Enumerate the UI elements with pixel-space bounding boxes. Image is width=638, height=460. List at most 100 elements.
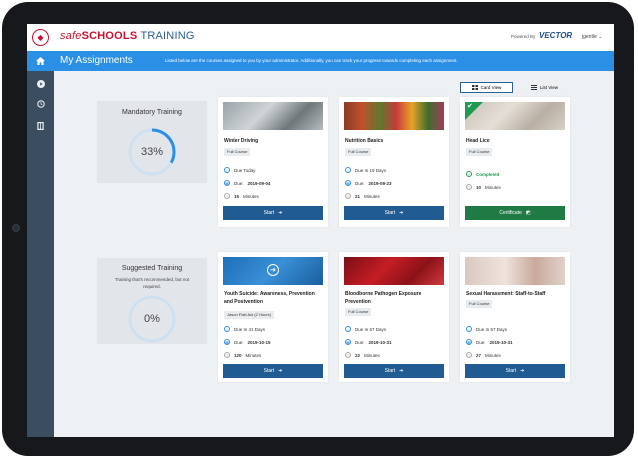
due-relative: i Due In 57 Days: [466, 325, 507, 333]
start-button[interactable]: Start ➜: [223, 206, 323, 220]
history-icon[interactable]: [27, 96, 54, 112]
due-relative: i Due In 41 Days: [224, 325, 265, 333]
course-title: Nutrition Basics: [345, 138, 384, 144]
clock-icon: ◷: [345, 352, 351, 358]
start-button[interactable]: Start ➜: [344, 206, 444, 220]
start-button[interactable]: Start ➜: [465, 364, 565, 378]
duration-unit: Minutes: [485, 184, 501, 190]
suggested-subtitle: Training that's recommended, but not req…: [114, 277, 190, 289]
due-label: Due:: [355, 339, 365, 345]
mandatory-percent: 33%: [140, 146, 164, 158]
course-card-bloodborne-pathogen: Bloodborne Pathogen Exposure Prevention …: [339, 252, 449, 382]
due-date-value: 2019-09-23: [368, 180, 392, 186]
calendar-icon: ▦: [345, 180, 351, 186]
due-date: ▦ Due: 2019-09-23: [345, 179, 392, 187]
clock-icon: ◷: [466, 184, 472, 190]
duration: ◷ 27 Minutes: [466, 351, 501, 359]
course-title: Sexual Harassment: Staff-to-Staff: [466, 291, 546, 297]
duration-unit: Minutes: [245, 352, 262, 358]
chevron-down-icon: ⌄: [598, 34, 603, 40]
due-relative: i Due In 57 Days: [345, 325, 386, 333]
due-date: ▦ Due: 2019-10-31: [466, 338, 513, 346]
tablet-frame: ◆ safeSCHOOLS TRAINING Powered By VECTOR…: [2, 2, 634, 456]
external-link-icon: ◩: [525, 210, 531, 216]
due-date: ▦ Due: 2019-10-15: [224, 338, 271, 346]
mandatory-label: Mandatory Training: [122, 109, 182, 116]
arrow-right-icon: ➜: [278, 368, 283, 374]
course-thumbnail: [344, 102, 444, 130]
duration: ◷ 10 Minutes: [466, 183, 501, 191]
start-button-label: Start: [384, 210, 396, 216]
due-relative: i Due Today: [224, 166, 255, 174]
course-card-head-lice: ✔ Head Lice Full Course ✓ Completed ◷ 10 Mi…: [460, 97, 570, 227]
course-badge: Jason Flatt Act (2 Hours): [224, 311, 275, 319]
app-logo[interactable]: ◆: [27, 24, 54, 51]
course-card-sexual-harassment: Sexual Harassment: Staff-to-Staff Full C…: [460, 252, 570, 382]
course-title: Youth Suicide: Awareness, Prevention and…: [224, 291, 315, 305]
app-screen: ◆ safeSCHOOLS TRAINING Powered By VECTOR…: [27, 24, 614, 437]
due-relative-text: Due In 41 Days: [234, 326, 266, 332]
start-button[interactable]: Start ➜: [223, 364, 323, 378]
certificate-button[interactable]: Certificate ◩: [465, 206, 565, 220]
duration-minutes: 22: [355, 352, 361, 358]
course-card-youth-suicide: ➔ Youth Suicide: Awareness, Prevention a…: [218, 252, 328, 382]
brand-logo[interactable]: safeSCHOOLS TRAINING: [60, 30, 195, 42]
course-badge: Full Course: [345, 148, 372, 156]
suggested-progress-panel: Suggested Training Training that's recom…: [97, 258, 207, 344]
play-icon[interactable]: [27, 76, 54, 92]
duration: ◷ 21 Minutes: [345, 192, 380, 200]
info-icon: i: [224, 326, 230, 332]
due-date-value: 2019-09-04: [247, 180, 271, 186]
brand-schools: SCHOOLS: [81, 30, 138, 42]
list-view-label: List View: [540, 85, 558, 90]
brand-safe: safe: [60, 30, 82, 42]
due-date-value: 2019-10-31: [489, 339, 513, 345]
duration-unit: Minutes: [485, 352, 501, 358]
course-badge: Full Course: [466, 300, 493, 308]
info-icon: i: [466, 326, 472, 332]
page-title: My Assignments: [60, 55, 133, 66]
arrow-circle-icon: ➔: [267, 264, 279, 276]
due-relative-text: Due Today: [234, 167, 256, 173]
user-menu[interactable]: jgentle ⌄: [582, 34, 602, 40]
course-title: Bloodborne Pathogen Exposure Prevention: [345, 291, 422, 305]
due-label: Due:: [234, 339, 244, 345]
due-label: Due:: [234, 180, 244, 186]
home-icon[interactable]: [27, 51, 54, 71]
course-card-nutrition-basics: Nutrition Basics Full Course i Due In 19 …: [339, 97, 449, 227]
completed-status: ✓ Completed: [466, 170, 499, 178]
course-title: Winter Driving: [224, 138, 259, 144]
due-label: Due:: [476, 339, 486, 345]
clock-icon: ◷: [466, 352, 472, 358]
info-icon: i: [345, 167, 351, 173]
grid-icon: [471, 85, 478, 90]
camera-dot: [12, 224, 20, 232]
list-view-button[interactable]: List View: [518, 82, 571, 93]
due-relative: i Due In 19 Days: [345, 166, 386, 174]
course-badge: Full Course: [224, 148, 251, 156]
duration-unit: Minutes: [243, 193, 259, 199]
card-view-button[interactable]: Card View: [460, 82, 513, 93]
certificate-button-label: Certificate: [499, 210, 522, 216]
list-icon: [531, 85, 538, 90]
due-date: ▦ Due: 2019-09-04: [224, 179, 271, 187]
sidebar-rail: ◆: [27, 24, 54, 437]
duration-minutes: 10: [476, 184, 482, 190]
start-button[interactable]: Start ➜: [344, 364, 444, 378]
duration-minutes: 21: [355, 193, 361, 199]
duration-minutes: 27: [476, 352, 482, 358]
course-title: Head Lice: [466, 138, 490, 144]
duration-unit: Minutes: [364, 352, 380, 358]
vendor-logo: VECTOR: [539, 31, 573, 40]
library-icon[interactable]: [27, 118, 54, 134]
arrow-right-icon: ➜: [399, 210, 404, 216]
due-relative-text: Due In 57 Days: [355, 326, 387, 332]
calendar-icon: ▦: [466, 339, 472, 345]
brand-training: TRAINING: [137, 30, 195, 42]
arrow-right-icon: ➜: [278, 210, 283, 216]
course-thumbnail: ✔: [465, 102, 565, 130]
suggested-label: Suggested Training: [121, 265, 183, 272]
duration-unit: Minutes: [364, 193, 380, 199]
duration: ◷ 120 Minutes: [224, 351, 261, 359]
clock-icon: ◷: [224, 352, 230, 358]
